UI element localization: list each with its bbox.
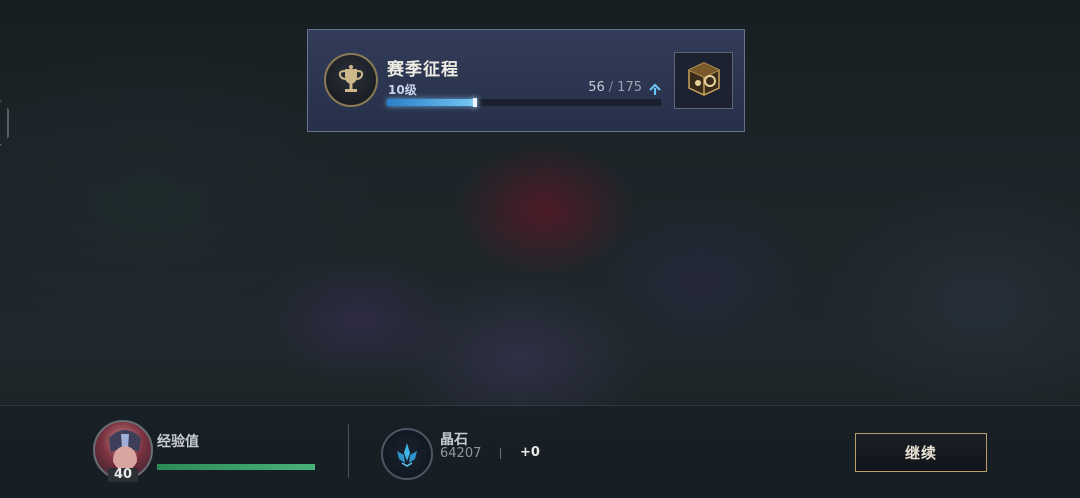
divider-small bbox=[500, 448, 501, 459]
progress-separator: / bbox=[608, 80, 614, 95]
season-progress-bar bbox=[387, 98, 661, 107]
exp-progress-fill bbox=[157, 464, 315, 470]
progress-max: 175 bbox=[617, 80, 642, 95]
trophy-icon bbox=[324, 53, 378, 107]
divider bbox=[348, 424, 349, 478]
up-arrow-icon bbox=[648, 81, 662, 95]
season-pass-panel: 赛季征程 10级 56/175 bbox=[307, 29, 745, 132]
crystal-icon bbox=[381, 428, 433, 480]
continue-button[interactable]: 继续 bbox=[855, 433, 987, 472]
treasure-box-icon bbox=[684, 59, 724, 103]
reward-slot[interactable] bbox=[674, 52, 733, 109]
exp-progress-bar bbox=[157, 464, 315, 470]
player-level-badge: 40 bbox=[108, 468, 138, 482]
progress-current: 56 bbox=[588, 80, 605, 95]
crystal-value: 64207 bbox=[440, 446, 482, 461]
season-progress-fill bbox=[387, 98, 477, 107]
season-pass-title: 赛季征程 bbox=[387, 60, 459, 80]
crystal-gain: +0 bbox=[520, 445, 540, 460]
exp-label: 经验值 bbox=[157, 434, 199, 450]
season-pass-level: 10级 bbox=[388, 83, 417, 97]
season-progress-text: 56/175 bbox=[588, 80, 642, 95]
result-bottom-bar: 40 经验值 晶石 64207 +0 继续 bbox=[0, 405, 1080, 498]
